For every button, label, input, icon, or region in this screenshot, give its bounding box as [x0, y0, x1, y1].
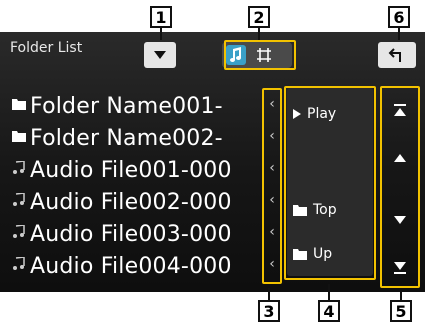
list-item[interactable]: Folder Name001-	[0, 90, 268, 122]
callout-3: 3	[258, 300, 280, 322]
leader-line-3	[268, 288, 270, 300]
highlight-frame-5	[380, 86, 420, 288]
leader-line-4	[328, 284, 330, 300]
back-button[interactable]	[378, 42, 416, 68]
folder-list-screen: Folder List Folder Name001- Folder Name0…	[0, 32, 425, 292]
music-note-icon	[0, 256, 30, 275]
callout-6: 6	[388, 6, 410, 28]
music-note-icon	[0, 224, 30, 243]
highlight-frame-2	[224, 40, 296, 70]
list-item[interactable]: Audio File002-000	[0, 186, 268, 218]
music-note-icon	[0, 192, 30, 211]
list-item-label: Audio File004-000	[30, 253, 232, 279]
highlight-frame-3	[262, 88, 282, 284]
highlight-frame-4	[284, 86, 376, 280]
collapse-button[interactable]	[144, 42, 176, 68]
folder-icon	[0, 130, 30, 146]
music-note-icon	[0, 160, 30, 179]
callout-2: 2	[248, 6, 270, 28]
leader-line-1	[160, 28, 162, 40]
folder-icon	[0, 98, 30, 114]
triangle-down-icon	[154, 51, 166, 59]
return-arrow-icon	[388, 48, 401, 62]
list-item[interactable]: Audio File001-000	[0, 154, 268, 186]
list-item-label: Audio File002-000	[30, 189, 232, 215]
list-item[interactable]: Audio File003-000	[0, 218, 268, 250]
list-item-label: Audio File001-000	[30, 157, 232, 183]
list-item-label: Folder Name002-	[30, 125, 223, 151]
leader-line-2	[258, 28, 260, 40]
list-item-label: Audio File003-000	[30, 221, 232, 247]
list-item-label: Folder Name001-	[30, 93, 223, 119]
leader-line-5	[400, 292, 402, 300]
callout-1: 1	[150, 6, 172, 28]
leader-line-6	[398, 28, 400, 40]
list-item[interactable]: Audio File004-000	[0, 250, 268, 282]
page-title: Folder List	[10, 40, 83, 56]
callout-4: 4	[318, 300, 340, 322]
list-item[interactable]: Folder Name002-	[0, 122, 268, 154]
callout-5: 5	[390, 300, 412, 322]
